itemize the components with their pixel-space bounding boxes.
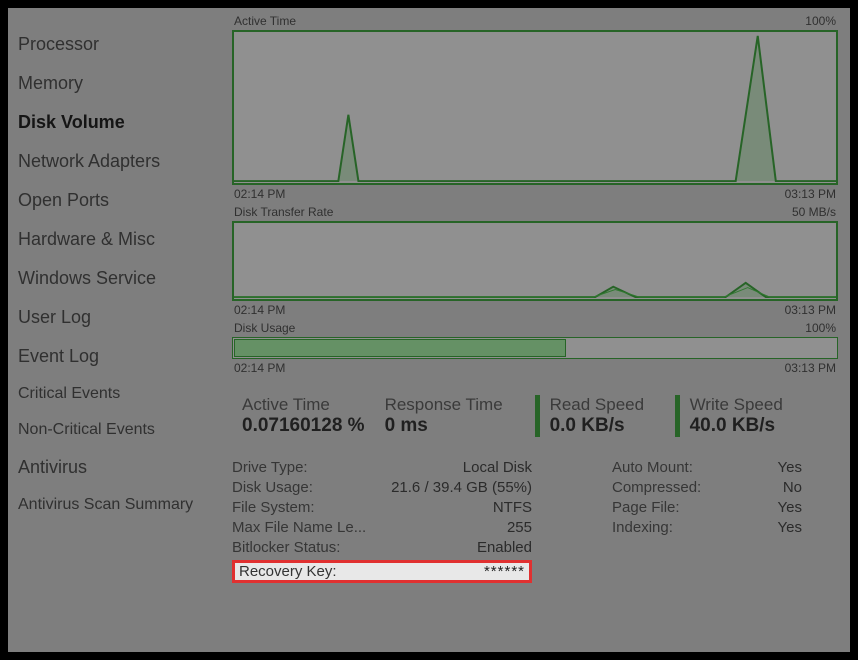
detail-compressed: Compressed: No — [612, 479, 802, 496]
recovery-key-label: Recovery Key: — [239, 563, 337, 580]
chart-active-time-plot — [232, 30, 838, 185]
stat-active-time: Active Time 0.07160128 % — [232, 395, 375, 437]
detail-indexing: Indexing: Yes — [612, 519, 802, 536]
detail-recovery-key[interactable]: Recovery Key: ****** — [232, 560, 532, 583]
sidebar-item-antivirus[interactable]: Antivirus — [18, 457, 232, 478]
sidebar: Processor Memory Disk Volume Network Ada… — [12, 14, 232, 646]
stat-active-time-label: Active Time — [242, 395, 365, 415]
chart-transfer-rate-title: Disk Transfer Rate — [234, 205, 333, 219]
chart-disk-usage: Disk Usage 100% 02:14 PM 03:13 PM — [232, 321, 838, 375]
chart-transfer-rate: Disk Transfer Rate 50 MB/s 02:14 PM 03:1… — [232, 205, 838, 317]
detail-auto-mount: Auto Mount: Yes — [612, 459, 802, 476]
sidebar-item-processor[interactable]: Processor — [18, 34, 232, 55]
detail-bitlocker-status: Bitlocker Status: Enabled — [232, 539, 532, 556]
stat-read-speed-value: 0.0 KB/s — [550, 415, 665, 437]
sidebar-item-network-adapters[interactable]: Network Adapters — [18, 151, 232, 172]
sidebar-item-open-ports[interactable]: Open Ports — [18, 190, 232, 211]
chart-transfer-rate-plot — [232, 221, 838, 301]
stat-read-speed-label: Read Speed — [550, 395, 665, 415]
chart-disk-usage-max: 100% — [805, 321, 836, 335]
stat-write-speed-value: 40.0 KB/s — [690, 415, 805, 437]
sidebar-item-antivirus-scan-summary[interactable]: Antivirus Scan Summary — [18, 496, 232, 514]
chart-active-time-max: 100% — [805, 14, 836, 28]
stat-write-speed-label: Write Speed — [690, 395, 805, 415]
details: Drive Type: Local Disk Disk Usage: 21.6 … — [232, 459, 838, 583]
disk-usage-fill — [234, 339, 566, 357]
sidebar-item-windows-service[interactable]: Windows Service — [18, 268, 232, 289]
stat-response-time: Response Time 0 ms — [375, 395, 535, 437]
content: Processor Memory Disk Volume Network Ada… — [8, 8, 850, 652]
detail-max-filename: Max File Name Le... 255 — [232, 519, 532, 536]
details-left: Drive Type: Local Disk Disk Usage: 21.6 … — [232, 459, 532, 583]
sidebar-item-hardware-misc[interactable]: Hardware & Misc — [18, 229, 232, 250]
chart-transfer-rate-max: 50 MB/s — [792, 205, 836, 219]
chart-active-time: Active Time 100% 02:14 PM 03:13 PM — [232, 14, 838, 201]
detail-file-system: File System: NTFS — [232, 499, 532, 516]
stat-response-time-value: 0 ms — [385, 415, 525, 437]
detail-drive-type: Drive Type: Local Disk — [232, 459, 532, 476]
chart-active-time-title: Active Time — [234, 14, 296, 28]
detail-disk-usage: Disk Usage: 21.6 / 39.4 GB (55%) — [232, 479, 532, 496]
chart-transfer-rate-end: 03:13 PM — [785, 303, 836, 317]
recovery-key-value[interactable]: ****** — [455, 563, 525, 580]
main-panel: Active Time 100% 02:14 PM 03:13 PM Disk … — [232, 14, 842, 646]
sidebar-item-event-log[interactable]: Event Log — [18, 346, 232, 367]
sidebar-item-memory[interactable]: Memory — [18, 73, 232, 94]
sidebar-item-critical-events[interactable]: Critical Events — [18, 385, 232, 403]
chart-disk-usage-end: 03:13 PM — [785, 361, 836, 375]
app-frame: Processor Memory Disk Volume Network Ada… — [0, 0, 858, 660]
chart-disk-usage-plot — [232, 337, 838, 359]
stat-read-speed: Read Speed 0.0 KB/s — [535, 395, 675, 437]
sidebar-item-disk-volume[interactable]: Disk Volume — [18, 112, 232, 133]
chart-transfer-rate-start: 02:14 PM — [234, 303, 285, 317]
details-right: Auto Mount: Yes Compressed: No Page File… — [612, 459, 802, 583]
stat-write-speed: Write Speed 40.0 KB/s — [675, 395, 815, 437]
chart-disk-usage-start: 02:14 PM — [234, 361, 285, 375]
stat-response-time-label: Response Time — [385, 395, 525, 415]
stats-row: Active Time 0.07160128 % Response Time 0… — [232, 395, 838, 437]
chart-active-time-start: 02:14 PM — [234, 187, 285, 201]
stat-active-time-value: 0.07160128 % — [242, 415, 365, 437]
chart-disk-usage-title: Disk Usage — [234, 321, 295, 335]
chart-active-time-end: 03:13 PM — [785, 187, 836, 201]
sidebar-item-user-log[interactable]: User Log — [18, 307, 232, 328]
detail-page-file: Page File: Yes — [612, 499, 802, 516]
sidebar-item-noncritical-events[interactable]: Non-Critical Events — [18, 421, 232, 439]
